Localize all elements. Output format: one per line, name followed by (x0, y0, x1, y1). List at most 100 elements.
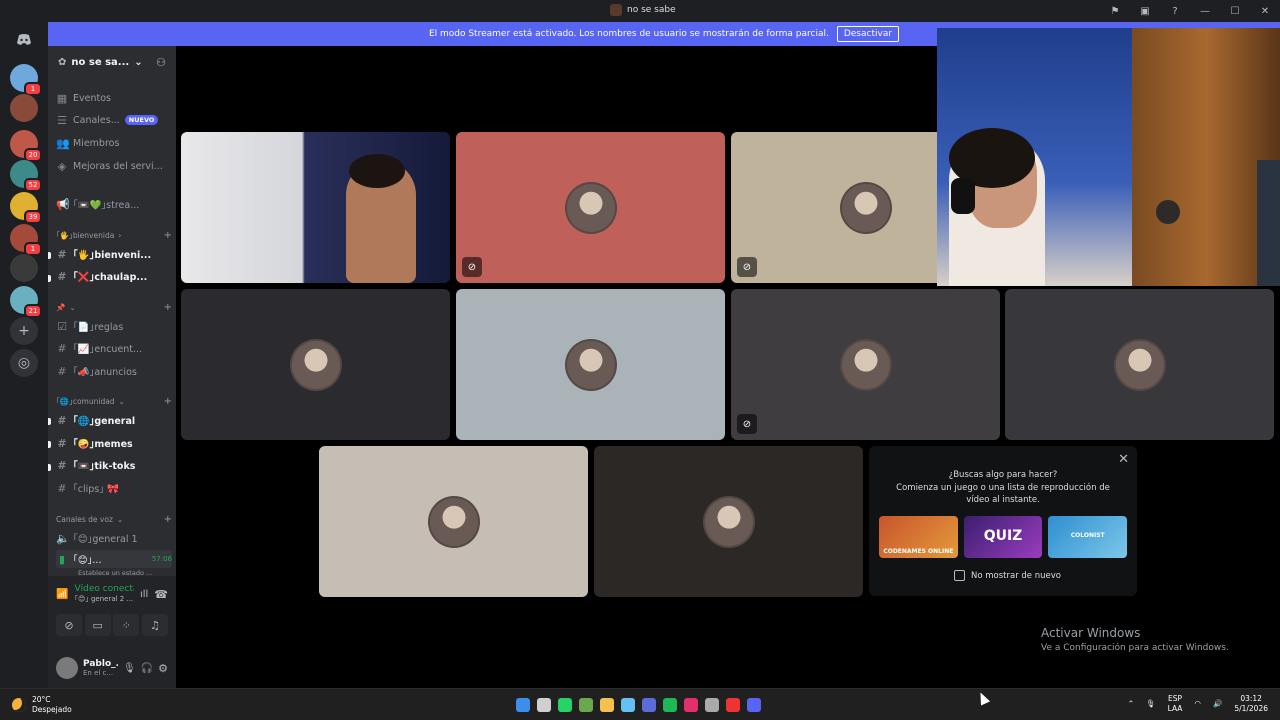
server-icon[interactable]: 39 (10, 192, 42, 224)
activities-button[interactable]: ⁘ (113, 614, 140, 636)
voice-channel-name[interactable]: ｢😊｣ general 2 ... (74, 594, 134, 604)
taskbar-app-icon[interactable] (600, 698, 614, 712)
taskbar-app-icon[interactable] (642, 698, 656, 712)
channel-anuncios[interactable]: # ｢📣｣anuncios (56, 361, 172, 381)
add-server-icon[interactable]: + (10, 317, 38, 345)
channel-chaulap[interactable]: # ｢❌｣chaulap... (56, 266, 172, 286)
taskbar-app-icon[interactable] (684, 698, 698, 712)
category-community[interactable]: ｢🌐｣comunidad ⌄ + (56, 394, 172, 408)
camera-off-button[interactable]: ⊘ (56, 614, 82, 636)
explore-icon[interactable]: ◎ (10, 349, 38, 377)
avatar (702, 495, 755, 548)
server-icon[interactable]: 20 (10, 130, 42, 162)
close-icon[interactable]: ✕ (1118, 452, 1129, 467)
wifi-icon[interactable]: ◠ (1194, 699, 1201, 709)
members-item[interactable]: 👥 Miembros (56, 133, 172, 153)
language-indicator[interactable]: ESP LAA (1168, 694, 1183, 714)
taskbar-app-icon[interactable] (705, 698, 719, 712)
hash-icon: # (57, 364, 67, 378)
microphone-icon[interactable]: 🎙 (123, 663, 136, 674)
avatar[interactable] (56, 657, 78, 679)
gear-icon[interactable]: ⚙ (158, 662, 168, 675)
channel-stream[interactable]: 📢 ｢📼💚｣strea... (56, 194, 172, 214)
taskbar-app-icon[interactable] (621, 698, 635, 712)
screen-share-button[interactable]: ▭ (84, 614, 111, 636)
invite-icon[interactable]: ⚇ (156, 56, 166, 69)
volume-icon[interactable]: 🔊 (1213, 699, 1222, 709)
disconnect-icon[interactable]: ☎ (154, 588, 168, 601)
events-item[interactable]: ▦ Eventos (56, 88, 172, 108)
participant-tile[interactable]: ⊘ (731, 289, 1000, 440)
dont-show-again[interactable]: No mostrar de nuevo (954, 570, 1061, 581)
server-icon[interactable]: 21 (10, 286, 42, 318)
noise-suppression-icon[interactable]: ıll (140, 589, 148, 600)
voice-channel-active[interactable]: ▮ ｢😊｣... 57:06 (56, 550, 172, 568)
participant-tile[interactable] (456, 289, 725, 440)
checkbox[interactable] (954, 570, 965, 581)
server-icon[interactable] (10, 254, 38, 282)
server-icon[interactable]: 52 (10, 160, 42, 192)
participant-tile[interactable]: ⊘ (456, 132, 725, 283)
minimize-button[interactable]: — (1190, 6, 1220, 17)
channel-reglas[interactable]: ☑ ｢📄｣reglas (56, 316, 172, 336)
add-channel-icon[interactable]: + (164, 396, 172, 407)
add-channel-icon[interactable]: + (164, 514, 172, 525)
clock[interactable]: 03:12 5/1/2026 (1234, 694, 1268, 714)
taskbar-app-icon[interactable] (579, 698, 593, 712)
participant-tile[interactable] (181, 132, 450, 283)
participant-tile[interactable] (1005, 289, 1274, 440)
chevron-up-icon[interactable]: ⌃ (1128, 699, 1134, 709)
channel-clips[interactable]: # ｢clips｣ 🎀 (56, 478, 172, 498)
boosts-item[interactable]: ◈ Mejoras del servi... (56, 156, 172, 176)
members-icon: 👥 (56, 136, 70, 150)
headphones-icon[interactable]: 🎧 (141, 663, 153, 674)
avatar (839, 338, 892, 391)
server-icon[interactable] (10, 94, 38, 122)
microphone-icon[interactable]: 🎙 (1146, 699, 1156, 709)
taskbar-app-icon[interactable] (726, 698, 740, 712)
close-button[interactable]: ✕ (1250, 6, 1280, 17)
screen-icon[interactable]: ▣ (1130, 6, 1160, 17)
voice-channel-general[interactable]: 🔈 ｢😊｣general 1 (56, 528, 172, 548)
channel-welcome[interactable]: # ｢🖐｣bienveni... (56, 244, 172, 264)
channel-general[interactable]: # ｢🌐｣general (56, 410, 172, 430)
server-icon[interactable]: 1 (10, 224, 42, 256)
category-pinned[interactable]: 📌 ⌄ + (56, 300, 172, 314)
game-codenames[interactable]: CODENAMES ONLINE (879, 516, 958, 558)
add-channel-icon[interactable]: + (164, 230, 172, 241)
channel-label: ｢📼💚｣strea... (73, 200, 140, 211)
taskbar-app-icon[interactable] (537, 698, 551, 712)
taskbar-app-icon[interactable] (516, 698, 530, 712)
deactivate-button[interactable]: Desactivar (836, 26, 900, 42)
voice-connected-panel: 📶 Vídeo conectac ｢😊｣ general 2 ... ıll ☎… (48, 576, 176, 688)
muted-icon: ⊘ (462, 257, 482, 277)
channel-tiktoks[interactable]: # ｢📼｣tik-toks (56, 455, 172, 475)
camera-preview[interactable] (937, 28, 1280, 286)
chevron-down-icon: ⌄ (134, 56, 143, 68)
server-icon[interactable]: 1 (10, 64, 42, 96)
category-label: Canales de voz (56, 514, 113, 524)
window-titlebar: no se sabe ⚑ ▣ ? — ☐ ✕ (0, 0, 1280, 22)
help-icon[interactable]: ? (1160, 6, 1190, 17)
channel-encuent[interactable]: # ｢📈｣encuent... (56, 338, 172, 358)
taskbar-app-icon[interactable] (747, 698, 761, 712)
channel-memes[interactable]: # ｢🤪｣memes (56, 433, 172, 453)
category-welcome[interactable]: ｢🖐｣bienvenida › + (56, 228, 172, 242)
category-voice[interactable]: Canales de voz ⌄ + (56, 512, 172, 526)
participant-tile[interactable] (319, 446, 588, 597)
soundboard-button[interactable]: ♫ (141, 614, 168, 636)
taskbar-app-icon[interactable] (663, 698, 677, 712)
moon-icon (12, 698, 26, 712)
game-quiz[interactable]: QUIZ (963, 516, 1043, 558)
weather-widget[interactable]: 20°C Despejado (12, 695, 72, 715)
game-colonist[interactable]: COLONIST (1048, 516, 1128, 558)
taskbar-app-icon[interactable] (558, 698, 572, 712)
inbox-icon[interactable]: ⚑ (1100, 6, 1130, 17)
add-channel-icon[interactable]: + (164, 302, 172, 313)
maximize-button[interactable]: ☐ (1220, 6, 1250, 17)
channels-item[interactable]: ☰ Canales... NUEVO (56, 110, 172, 130)
server-header[interactable]: ✿ no se sa... ⌄ ⚇ (48, 46, 176, 78)
participant-tile[interactable] (181, 289, 450, 440)
participant-tile[interactable] (594, 446, 863, 597)
discord-home-icon[interactable] (10, 26, 38, 54)
